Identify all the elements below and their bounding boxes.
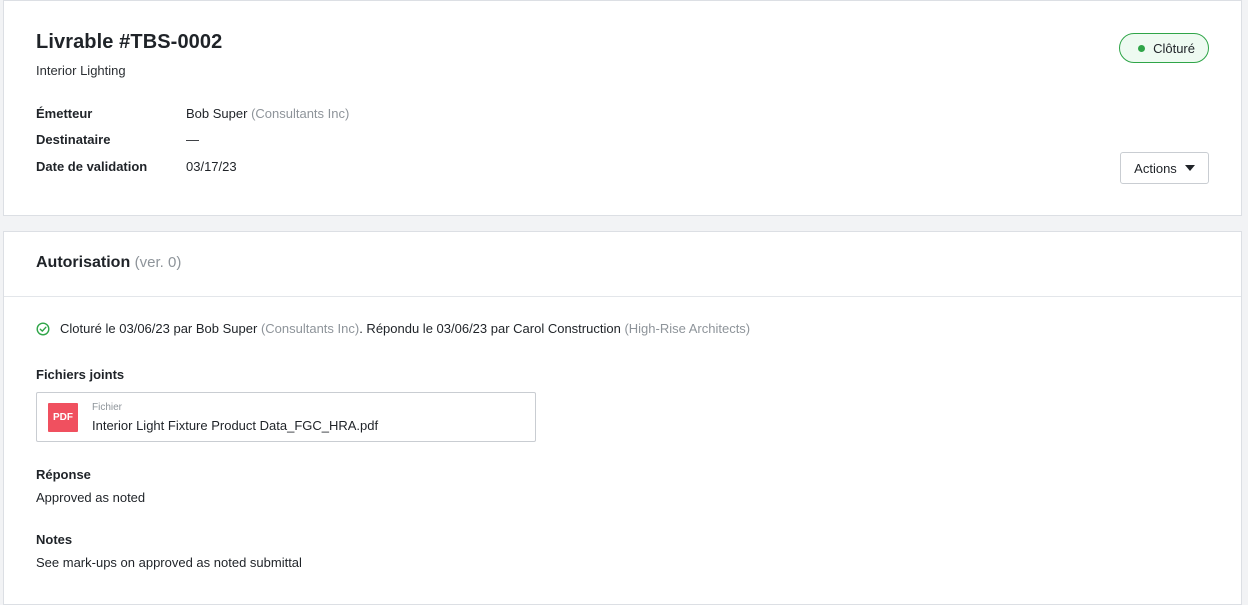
- notes-label: Notes: [36, 532, 73, 547]
- closed-org: (Consultants Inc): [260, 321, 360, 336]
- file-kind-label: Fichier: [92, 402, 123, 413]
- actions-dropdown-button[interactable]: Actions: [1120, 152, 1209, 184]
- status-badge: Clôturé: [1119, 33, 1209, 63]
- closed-text: Cloturé le 03/06/23 par Bob Super: [60, 321, 258, 336]
- response-label: Réponse: [36, 467, 91, 482]
- authorization-title-text: Autorisation: [36, 254, 131, 271]
- sender-label: Émetteur: [36, 106, 93, 121]
- sender-value: Bob Super (Consultants Inc): [186, 106, 349, 121]
- sender-org: (Consultants Inc): [251, 106, 350, 121]
- meta-row-recipient: Destinataire —: [36, 132, 199, 147]
- sender-name: Bob Super: [186, 106, 248, 121]
- authorization-header: Autorisation (ver. 0): [4, 232, 1241, 297]
- status-dot-icon: [1138, 44, 1146, 52]
- recipient-value: —: [186, 132, 199, 147]
- page-subtitle: Interior Lighting: [36, 63, 126, 78]
- status-badge-label: Clôturé: [1153, 40, 1195, 56]
- recipient-label: Destinataire: [36, 132, 111, 147]
- file-attachment-card[interactable]: PDF Fichier Interior Light Fixture Produ…: [36, 392, 536, 442]
- actions-button-label: Actions: [1134, 160, 1177, 176]
- authorization-card: Autorisation (ver. 0) Cloturé le 03/06/2…: [3, 231, 1242, 605]
- caret-down-icon: [1184, 165, 1195, 171]
- validation-date-label: Date de validation: [36, 159, 148, 174]
- response-value: Approved as noted: [36, 490, 146, 505]
- pdf-file-icon: PDF: [48, 403, 78, 432]
- notes-value: See mark-ups on approved as noted submit…: [36, 555, 302, 570]
- attachments-label: Fichiers joints: [36, 367, 125, 382]
- submittal-summary-card: Livrable #TBS-0002 Interior Lighting Clô…: [3, 0, 1242, 216]
- pdf-badge-label: PDF: [53, 412, 73, 423]
- file-name-link[interactable]: Interior Light Fixture Product Data_FGC_…: [92, 418, 378, 433]
- meta-row-validation-date: Date de validation 03/17/23: [36, 159, 237, 174]
- page-title: Livrable #TBS-0002: [36, 31, 223, 53]
- response-text: . Répondu le 03/06/23 par Carol Construc…: [359, 321, 621, 336]
- check-circle-icon: [36, 321, 50, 336]
- response-org: (High-Rise Architects): [624, 321, 751, 336]
- authorization-version: (ver. 0): [134, 254, 182, 271]
- authorization-status-line: Cloturé le 03/06/23 par Bob Super (Consu…: [36, 321, 750, 336]
- validation-date-value: 03/17/23: [186, 159, 237, 174]
- meta-row-sender: Émetteur Bob Super (Consultants Inc): [36, 106, 349, 121]
- authorization-title: Autorisation (ver. 0): [36, 254, 181, 272]
